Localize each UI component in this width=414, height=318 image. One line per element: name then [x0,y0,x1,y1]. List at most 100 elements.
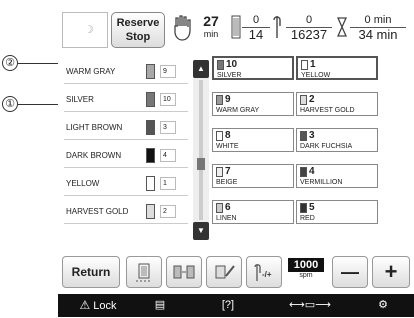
callout-2: ② [2,55,18,71]
thread-chip [216,131,223,141]
hand-icon [172,14,192,42]
thread-cell[interactable]: 7 BEIGE [212,164,294,188]
toolbar: Return -/+ 1000 spm — + [58,256,414,288]
min-bottom: 34 min [350,27,406,42]
order-row[interactable]: HARVEST GOLD 2 [64,200,188,224]
time-fraction: 0 min 34 min [350,14,406,42]
order-row[interactable]: WARM GRAY 9 [64,60,188,84]
scroll-down-button[interactable]: ▼ [193,222,209,240]
pattern-thumbnail: ☽ [62,12,108,48]
color-chip [146,120,155,135]
thread-name: SILVER [217,72,242,79]
stitch-fraction: 0 14 [242,14,270,42]
thread-name: WARM GRAY [216,107,260,114]
hourglass-icon [336,14,348,45]
thread-cell[interactable]: 8 WHITE [212,128,294,152]
svg-text:-/+: -/+ [262,270,272,279]
thread-chip [217,60,224,70]
thread-chip [300,131,307,141]
thread-cell[interactable]: 10 SILVER [212,56,294,80]
color-chip [146,176,155,191]
thread-cell[interactable]: 5 RED [296,200,378,224]
speed-value: 1000 [288,258,324,272]
order-name: LIGHT BROWN [66,123,123,132]
thread-grid: 10 SILVER 1 YELLOW 9 WARM GRAY 2 HARVEST… [212,56,412,246]
thread-cell[interactable]: 1 YELLOW [296,56,378,80]
thread-number: 10 [226,59,238,70]
stitch-bottom: 14 [242,27,270,42]
sewing-order-list: WARM GRAY 9 SILVER 10 LIGHT BROWN 3 DARK BR… [58,60,190,224]
settings-icon[interactable]: ⚙ [358,294,408,317]
thread-chip [300,203,307,213]
color-chip [146,92,155,107]
thread-name: BEIGE [216,179,238,186]
return-button[interactable]: Return [62,256,120,288]
crescent-icon: ☽ [84,24,94,36]
help-icon[interactable]: [?] [208,294,248,317]
thread-number: 3 [309,130,315,141]
order-row[interactable]: SILVER 10 [64,88,188,112]
callout-1: ① [2,96,18,112]
reserve-stop-button[interactable]: Reserve Stop [111,12,165,48]
thread-name: YELLOW [301,72,331,79]
thread-name: HARVEST GOLD [300,107,355,114]
order-number: 10 [160,93,176,106]
scroll-up-button[interactable]: ▲ [193,60,209,78]
order-number: 1 [160,177,176,190]
scroll-track[interactable] [199,80,203,220]
thread-cell[interactable]: 2 HARVEST GOLD [296,92,378,116]
order-name: SILVER [66,95,94,104]
thread-cell[interactable]: 3 DARK FUCHSIA [296,128,378,152]
min-top: 0 min [364,14,392,26]
thread-number: 8 [225,130,231,141]
document-icon[interactable]: ▤ [140,294,180,317]
thread-name: WHITE [216,143,239,150]
order-name: DARK BROWN [66,151,122,160]
thread-cell[interactable]: 6 LINEN [212,200,294,224]
order-name: HARVEST GOLD [66,207,129,216]
color-chip [146,148,155,163]
total-bottom: 16237 [286,27,332,42]
thread-number: 6 [225,202,231,213]
order-row[interactable]: LIGHT BROWN 3 [64,116,188,140]
time-unit: min [203,29,219,39]
remaining-time: 27 min [196,13,226,40]
order-row[interactable]: DARK BROWN 4 [64,144,188,168]
swap-button[interactable] [166,256,202,288]
order-name: YELLOW [66,179,100,188]
order-number: 4 [160,149,176,162]
presser-foot-icon[interactable]: ⟷▭⟶ [280,294,340,317]
thread-number: 4 [309,166,315,177]
scroll-thumb[interactable] [197,158,205,170]
thread-number: 1 [310,59,316,70]
minus-button[interactable]: — [332,256,368,288]
scrollbar[interactable]: ▲ ▼ [193,60,209,240]
color-wand-button[interactable] [206,256,242,288]
order-number: 2 [160,205,176,218]
lock-button[interactable]: ⚠ Lock [68,294,128,317]
color-chip [146,64,155,79]
order-row[interactable]: YELLOW 1 [64,172,188,196]
thread-name: LINEN [216,215,237,222]
thread-name: RED [300,215,315,222]
total-stitches: 0 16237 [286,14,332,42]
needle-icon [271,14,283,45]
lock-label: Lock [93,300,117,312]
thread-chip [300,167,307,177]
thread-chip [216,95,223,105]
thread-chip [216,203,223,213]
speed-unit: spm [299,272,313,279]
color-chip [146,204,155,219]
thread-number: 7 [225,166,231,177]
spool-move-button[interactable] [126,256,162,288]
thread-cell[interactable]: 4 VERMILLION [296,164,378,188]
warning-icon: ⚠ [79,298,91,312]
thread-cell[interactable]: 9 WARM GRAY [212,92,294,116]
thread-chip [301,60,308,70]
thread-name: VERMILLION [300,179,343,186]
time-value: 27 [203,13,219,29]
bottom-bar: ⚠ Lock ▤ [?] ⟷▭⟶ ⚙ [58,294,414,317]
needle-position-button[interactable]: -/+ [246,256,282,288]
stitch-top: 0 [252,14,260,26]
plus-button[interactable]: + [372,256,410,288]
